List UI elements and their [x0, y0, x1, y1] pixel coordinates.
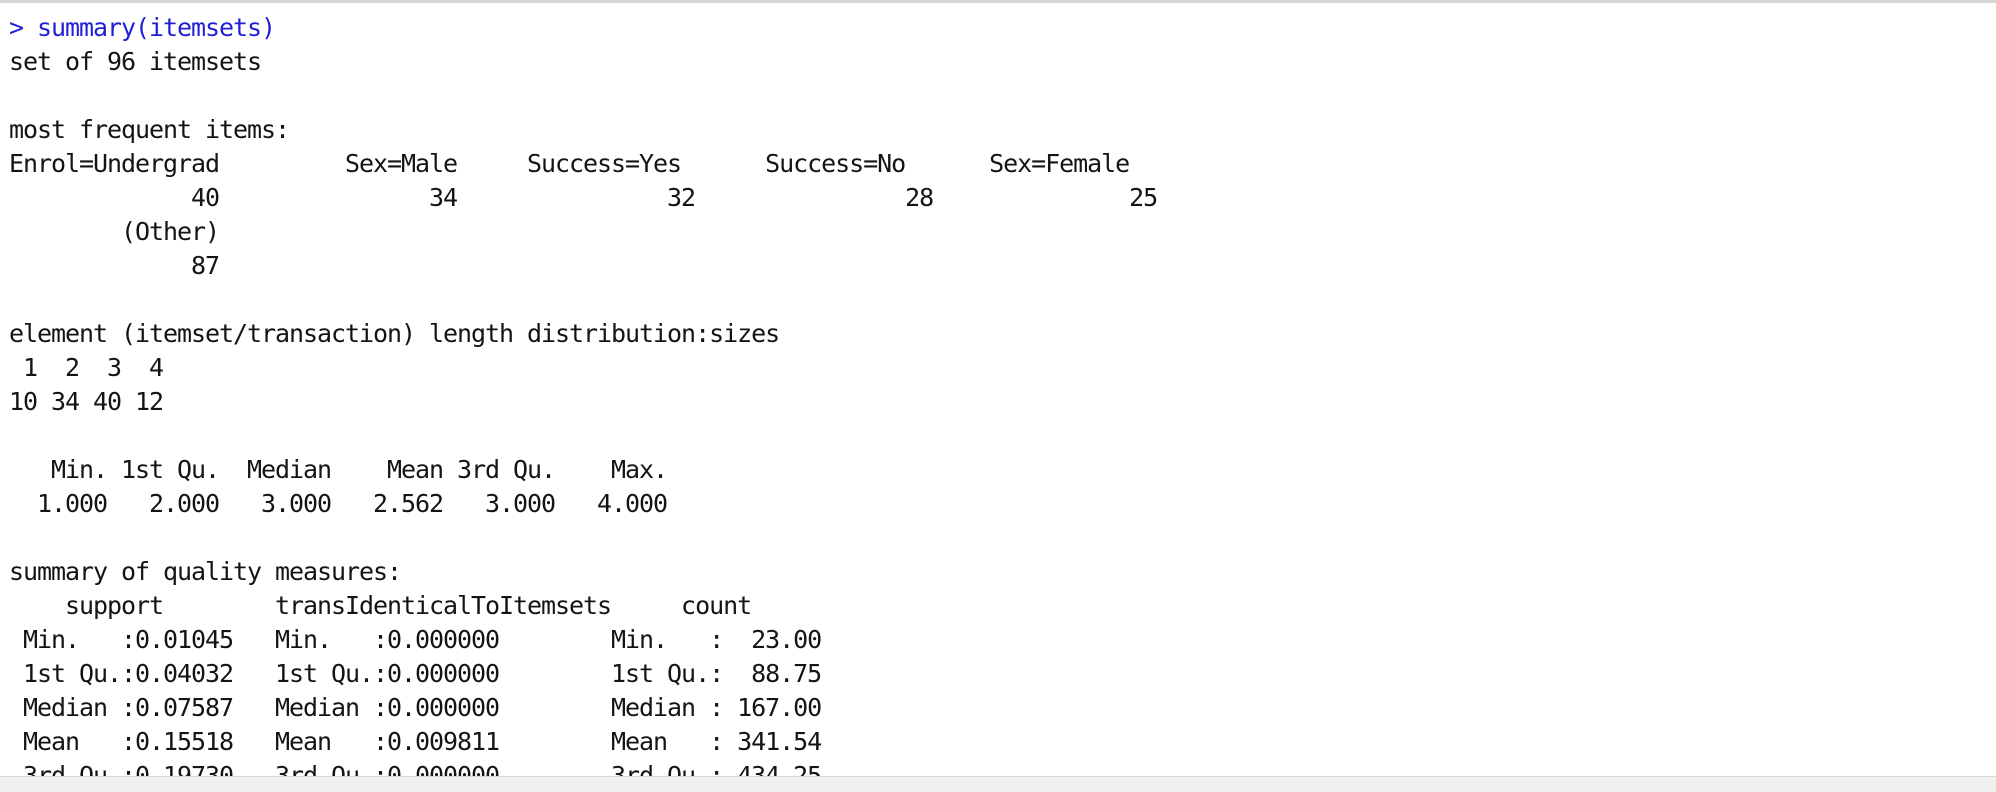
console-output-line: 1 2 3 4 — [9, 353, 164, 382]
console-output-line: Min. :0.01045 Min. :0.000000 Min. : 23.0… — [9, 625, 822, 654]
r-console[interactable]: > summary(itemsets) set of 96 itemsets m… — [0, 0, 1996, 792]
console-blank-line — [9, 419, 1984, 453]
console-output-line: 10 34 40 12 — [9, 387, 164, 416]
console-blank-line — [9, 79, 1984, 113]
console-blank-line — [9, 283, 1984, 317]
console-output-line: element (itemset/transaction) length dis… — [9, 319, 780, 348]
console-output: > summary(itemsets) set of 96 itemsets m… — [9, 11, 1984, 779]
console-command-line: > summary(itemsets) — [9, 13, 276, 42]
console-output-line: 40 34 32 28 25 — [9, 183, 1158, 212]
console-output-line: (Other) — [9, 217, 220, 246]
horizontal-scrollbar[interactable] — [0, 776, 1996, 792]
console-output-line: most frequent items: — [9, 115, 290, 144]
console-output-line: support transIdenticalToItemsets count — [9, 591, 752, 620]
console-output-line: summary of quality measures: — [9, 557, 402, 586]
console-output-line: 1.000 2.000 3.000 2.562 3.000 4.000 — [9, 489, 668, 518]
console-output-line: Min. 1st Qu. Median Mean 3rd Qu. Max. — [9, 455, 668, 484]
console-output-line: Enrol=Undergrad Sex=Male Success=Yes Suc… — [9, 149, 1130, 178]
console-output-line: Median :0.07587 Median :0.000000 Median … — [9, 693, 822, 722]
console-output-line: set of 96 itemsets — [9, 47, 262, 76]
console-output-line: Mean :0.15518 Mean :0.009811 Mean : 341.… — [9, 727, 822, 756]
console-output-line: 1st Qu.:0.04032 1st Qu.:0.000000 1st Qu.… — [9, 659, 822, 688]
console-output-line: 87 — [9, 251, 220, 280]
console-blank-line — [9, 521, 1984, 555]
